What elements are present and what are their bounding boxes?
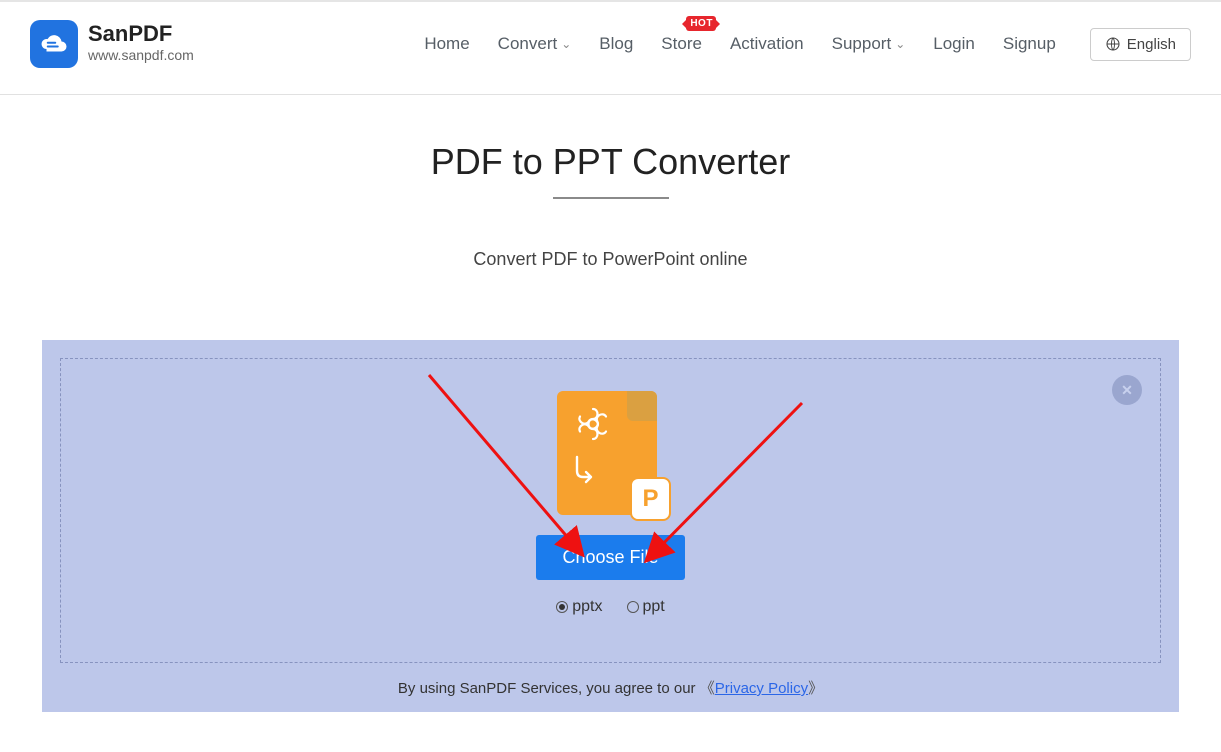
language-button[interactable]: English [1090, 28, 1191, 61]
page-subtitle: Convert PDF to PowerPoint online [42, 249, 1179, 270]
title-rule [553, 197, 669, 199]
radio-ppt-label: ppt [643, 598, 665, 616]
radio-dot [627, 601, 639, 613]
brand[interactable]: SanPDF www.sanpdf.com [30, 20, 194, 68]
upload-panel: ✕ [42, 340, 1179, 712]
choose-file-button[interactable]: Choose File [536, 535, 684, 580]
nav-support-label: Support [832, 34, 892, 54]
nav-store[interactable]: Store HOT [661, 34, 702, 54]
nav-blog[interactable]: Blog [599, 34, 633, 54]
main-nav: Home Convert ⌄ Blog Store HOT Activation… [424, 28, 1191, 61]
nav-convert[interactable]: Convert ⌄ [498, 34, 572, 54]
pdf-to-ppt-icon: P [557, 391, 665, 517]
drop-area[interactable]: ✕ [60, 358, 1161, 663]
globe-icon [1105, 36, 1121, 52]
radio-pptx[interactable]: pptx [556, 598, 602, 616]
agree-line: By using SanPDF Services, you agree to o… [60, 663, 1161, 704]
close-icon[interactable]: ✕ [1112, 375, 1142, 405]
logo-icon [30, 20, 78, 68]
privacy-policy-link[interactable]: Privacy Policy [715, 680, 808, 697]
radio-pptx-label: pptx [572, 598, 602, 616]
language-label: English [1127, 36, 1176, 53]
brand-title: SanPDF [88, 22, 194, 46]
nav-store-label: Store [661, 34, 702, 54]
radio-dot-selected [556, 601, 568, 613]
format-radios: pptx ppt [556, 598, 665, 616]
brand-subtitle: www.sanpdf.com [88, 46, 194, 66]
nav-activation[interactable]: Activation [730, 34, 804, 54]
chevron-down-icon: ⌄ [561, 37, 571, 51]
nav-convert-label: Convert [498, 34, 558, 54]
nav-login[interactable]: Login [933, 34, 975, 54]
nav-signup[interactable]: Signup [1003, 34, 1056, 54]
chevron-down-icon: ⌄ [895, 37, 905, 51]
hot-badge: HOT [686, 16, 716, 31]
radio-ppt[interactable]: ppt [627, 598, 665, 616]
nav-support[interactable]: Support ⌄ [832, 34, 906, 54]
ppt-letter-icon: P [630, 477, 670, 521]
nav-home[interactable]: Home [424, 34, 469, 54]
page-title: PDF to PPT Converter [42, 141, 1179, 183]
